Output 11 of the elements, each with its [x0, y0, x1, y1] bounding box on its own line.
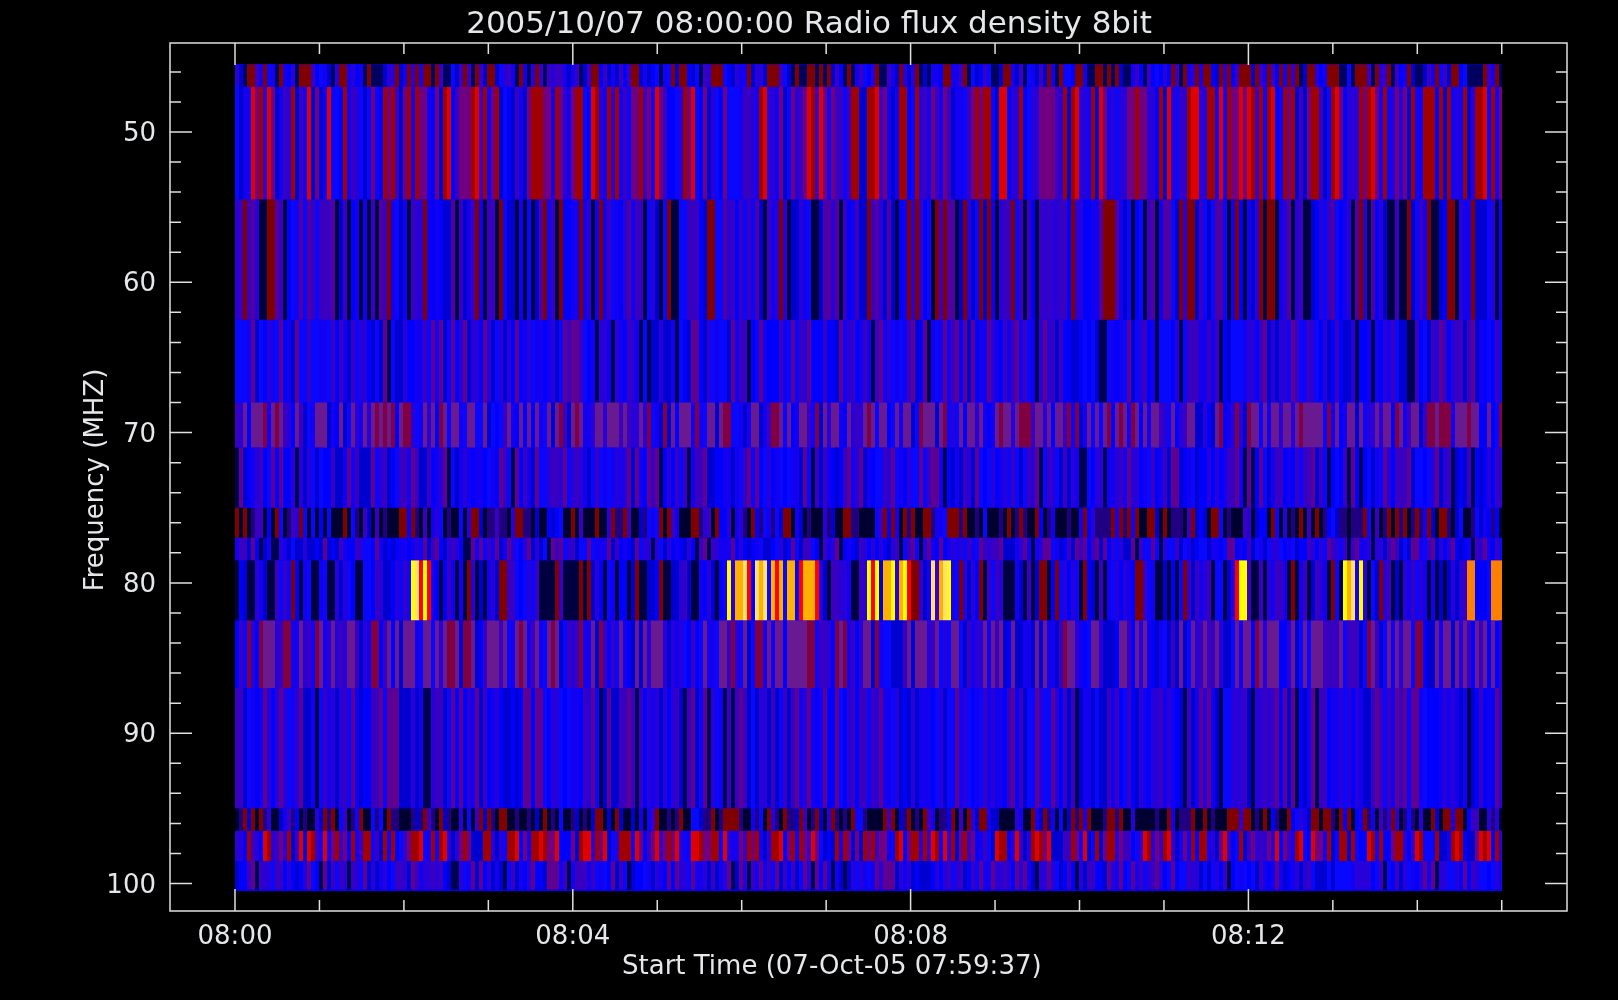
y-tick-label: 90 — [121, 718, 156, 749]
y-axis-label: Frequency (MHZ) — [79, 368, 110, 592]
x-tick-label: 08:00 — [196, 920, 274, 950]
x-axis-label: Start Time (07-Oct-05 07:59:37) — [622, 950, 1042, 980]
x-tick-label: 08:08 — [872, 920, 950, 950]
chart-title: 2005/10/07 08:00:00 Radio flux density 8bit — [466, 4, 1152, 40]
x-tick-label: 08:04 — [534, 920, 612, 950]
y-tick-label: 100 — [105, 868, 156, 899]
x-tick-label: 08:12 — [1209, 920, 1287, 950]
y-tick-label: 60 — [121, 267, 156, 298]
y-tick-label: 50 — [121, 117, 156, 147]
